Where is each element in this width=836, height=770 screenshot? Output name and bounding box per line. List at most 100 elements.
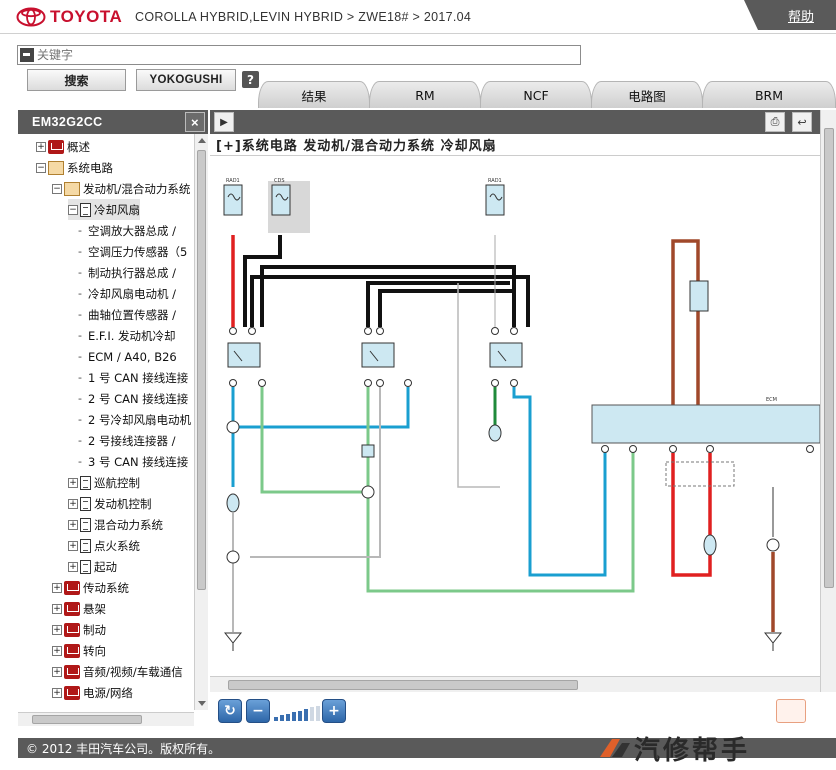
tree-item[interactable]: + 转向	[52, 640, 106, 661]
tree-item-label: 转向	[83, 643, 106, 658]
expand-toggle-icon[interactable]: +	[36, 141, 46, 152]
tree-leaf[interactable]: -3 号 CAN 接线连接	[78, 451, 188, 472]
help-link[interactable]: 帮助	[788, 6, 814, 25]
tree-leaf[interactable]: - 制动执行器总成 /	[78, 262, 176, 283]
tree-leaf[interactable]: -1 号 CAN 接线连接	[78, 367, 188, 388]
tree-item[interactable]: + 发动机控制	[68, 493, 152, 514]
tree-vertical-scrollbar[interactable]	[194, 134, 208, 710]
tree-item[interactable]: − 发动机/混合动力系统	[52, 178, 190, 199]
tree-leaf[interactable]: - 空调放大器总成 /	[78, 220, 176, 241]
collapse-toggle-icon[interactable]: −	[36, 162, 46, 173]
help-question-button[interactable]: ?	[242, 71, 259, 88]
tree-leaf[interactable]: - 曲轴位置传感器 /	[78, 304, 176, 325]
zoom-out-button[interactable]: −	[246, 699, 270, 723]
breadcrumb: COROLLA HYBRID,LEVIN HYBRID > ZWE18# > 2…	[135, 10, 472, 24]
tree-leaf[interactable]: - ECM / A40, B26	[78, 346, 177, 367]
diagram-horizontal-scrollbar[interactable]	[210, 676, 820, 692]
tree-item[interactable]: + 点火系统	[68, 535, 140, 556]
tree-item[interactable]: + 混合动力系统	[68, 514, 163, 535]
tree-item-selected[interactable]: − 冷却风扇	[68, 199, 140, 220]
expand-toggle-icon[interactable]: +	[68, 498, 78, 509]
zoom-step[interactable]	[274, 717, 278, 721]
expand-toggle-icon[interactable]: +	[68, 477, 78, 488]
tree-item[interactable]: + 悬架	[52, 598, 106, 619]
expand-toggle-icon[interactable]: +	[68, 519, 78, 530]
expand-toggle-icon[interactable]: +	[52, 582, 62, 593]
tree-item-label: 冷却风扇电动机 /	[87, 286, 177, 301]
tree-item[interactable]: + 起动	[68, 556, 117, 577]
tree-item-label: 冷却风扇	[94, 202, 140, 217]
tree-item[interactable]: + 概述	[36, 136, 90, 157]
collapse-toggle-icon[interactable]: −	[52, 183, 62, 194]
tree-item-label: 2 号冷却风扇电动机	[87, 412, 191, 427]
collapse-toggle-icon[interactable]: −	[68, 204, 78, 215]
expand-toggle-icon[interactable]: +	[52, 687, 62, 698]
tree-leaf[interactable]: -2 号冷却风扇电动机	[78, 409, 191, 430]
navigation-tree: + 概述 − 系统电路 − 发动机/混合动力系统 − 冷却风扇 - 空调放大器总成…	[18, 134, 194, 710]
tree-leaf[interactable]: -2 号接线连接器 /	[78, 430, 176, 451]
tree-item-label: 制动执行器总成 /	[87, 265, 177, 280]
document-icon	[80, 517, 91, 532]
zoom-in-button[interactable]: +	[322, 699, 346, 723]
tree-leaf[interactable]: - 空调压力传感器（5	[78, 241, 187, 262]
expand-toggle-icon[interactable]: +	[52, 645, 62, 656]
tree-item[interactable]: + 制动	[52, 619, 106, 640]
expand-panel-button[interactable]: ▶	[214, 112, 234, 132]
tree-leaf[interactable]: - E.F.I. 发动机冷却	[78, 325, 176, 346]
tree-item-label: 概述	[67, 139, 90, 154]
zoom-step[interactable]	[316, 705, 320, 721]
scroll-thumb[interactable]	[197, 150, 206, 590]
yokogushi-button[interactable]: YOKOGUSHI	[136, 69, 236, 91]
refresh-button[interactable]: ↻	[218, 699, 242, 723]
tree-item-label: 3 号 CAN 接线连接	[87, 454, 189, 469]
tree-item[interactable]: + 传动系统	[52, 577, 129, 598]
diagram-vertical-scrollbar[interactable]	[820, 110, 836, 692]
wiring-diagram-canvas[interactable]: RAD1 CDS RAD1 ECM	[210, 157, 820, 675]
closed-book-icon	[64, 643, 80, 658]
search-input[interactable]	[34, 48, 554, 62]
scroll-up-arrow-icon[interactable]	[198, 138, 206, 143]
expand-toggle-icon[interactable]: +	[52, 624, 62, 635]
closed-book-icon	[64, 580, 80, 595]
comment-icon[interactable]	[776, 699, 806, 723]
tree-leaf[interactable]: -2 号 CAN 接线连接	[78, 388, 188, 409]
search-button[interactable]: 搜索	[27, 69, 126, 91]
tab-results[interactable]: 结果	[258, 81, 370, 108]
tree-horizontal-scrollbar[interactable]	[18, 712, 194, 726]
scroll-thumb[interactable]	[32, 715, 142, 724]
scroll-thumb[interactable]	[824, 128, 834, 588]
zoom-step[interactable]	[286, 713, 290, 721]
tab-brm[interactable]: BRM	[702, 81, 836, 108]
zoom-step[interactable]	[304, 709, 308, 721]
expand-toggle-icon[interactable]: +	[68, 561, 78, 572]
tab-ncf[interactable]: NCF	[480, 81, 592, 108]
tree-dash-icon: -	[78, 245, 82, 258]
zoom-step[interactable]	[280, 715, 284, 721]
tree-dash-icon: -	[78, 455, 82, 468]
expand-toggle-icon[interactable]: +	[68, 540, 78, 551]
zoom-step[interactable]	[292, 712, 296, 721]
tree-item[interactable]: + 电源/网络	[52, 682, 133, 703]
expand-toggle-icon[interactable]: +	[52, 603, 62, 614]
tree-item[interactable]: + 音频/视频/车载通信	[52, 661, 183, 682]
tree-item[interactable]: + 巡航控制	[68, 472, 140, 493]
tree-item-label: 混合动力系统	[94, 517, 163, 532]
zoom-step[interactable]	[310, 707, 314, 721]
tree-leaf[interactable]: - 冷却风扇电动机 /	[78, 283, 176, 304]
tab-wiring-diagram[interactable]: 电路图	[591, 81, 703, 108]
return-button[interactable]: ↩	[792, 112, 812, 132]
tree-dash-icon: -	[78, 371, 82, 384]
arrow-right-icon	[20, 48, 34, 62]
close-panel-button[interactable]: ×	[185, 112, 205, 132]
search-box[interactable]	[17, 45, 581, 65]
zoom-step[interactable]	[298, 710, 302, 721]
watermark-logo-icon	[600, 739, 630, 757]
ecm-block: ECM	[591, 397, 820, 444]
scroll-thumb[interactable]	[228, 680, 578, 690]
expand-toggle-icon[interactable]: +	[52, 666, 62, 677]
print-button[interactable]: ⎙	[765, 112, 785, 132]
tab-rm[interactable]: RM	[369, 81, 481, 108]
scroll-down-arrow-icon[interactable]	[198, 701, 206, 706]
tree-item-label: ECM / A40, B26	[87, 349, 177, 364]
tree-item[interactable]: − 系统电路	[36, 157, 113, 178]
